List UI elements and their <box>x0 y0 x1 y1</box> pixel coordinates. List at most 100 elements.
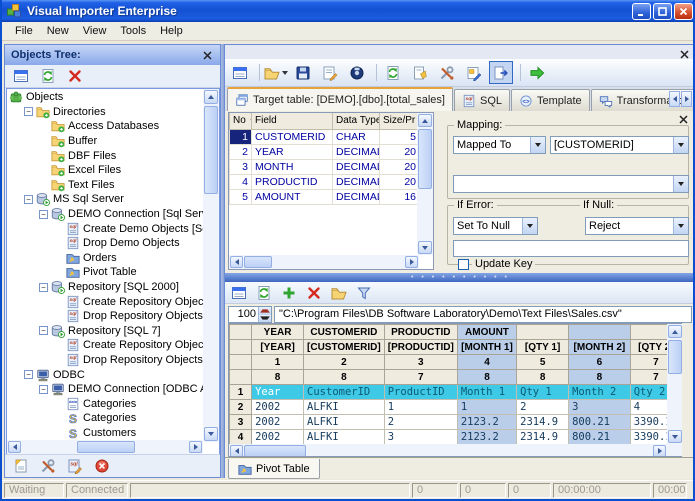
preview-header-cell[interactable]: 8 <box>568 369 631 385</box>
field-grid-cell[interactable]: 16 <box>379 188 420 205</box>
edit-mapping-button[interactable] <box>462 61 486 84</box>
tree-node[interactable]: data Categories <box>7 396 203 411</box>
tree-node[interactable]: − Repository [SQL 2000] <box>7 280 203 295</box>
tree-node[interactable]: sql Create Demo Objects [Sql S <box>7 221 203 236</box>
preview-header-cell[interactable]: 3 <box>383 354 458 370</box>
preview-header-cell[interactable]: [YEAR] <box>251 339 305 355</box>
field-grid-column-header[interactable]: Field <box>251 113 333 130</box>
preview-header-cell[interactable]: 1 <box>251 354 305 370</box>
field-grid-cell[interactable]: CHAR <box>332 128 380 145</box>
dropdown-arrow-icon[interactable] <box>673 137 688 153</box>
update-key-checkbox[interactable] <box>458 259 469 270</box>
preview-cell[interactable]: Month 2 <box>568 384 631 400</box>
preview-cell[interactable]: 800.21 <box>568 429 631 445</box>
close-mapping-icon[interactable] <box>676 112 690 126</box>
field-grid-cell[interactable]: PRODUCTID <box>251 173 333 190</box>
preview-cell[interactable]: 800.21 <box>568 414 631 430</box>
preview-header-cell[interactable]: 2 <box>303 354 385 370</box>
preview-cell[interactable]: CustomerID <box>303 384 385 400</box>
tree-node[interactable]: Text Files <box>7 178 203 193</box>
preview-header-cell[interactable] <box>229 339 253 355</box>
preview-cell[interactable]: 1 <box>456 399 518 415</box>
tab-scroll-right[interactable] <box>681 91 692 107</box>
preview-cell[interactable]: Qty 1 <box>516 384 570 400</box>
field-grid-cell[interactable]: 5 <box>229 188 252 205</box>
field-grid-cell[interactable]: 20 <box>379 173 420 190</box>
tree-node[interactable]: − Repository [SQL 7] <box>7 324 203 339</box>
preview-header-cell[interactable]: 6 <box>568 354 631 370</box>
preview-header-cell[interactable] <box>516 324 570 340</box>
field-grid-cell[interactable]: 4 <box>229 173 252 190</box>
tree-expander[interactable]: − <box>24 370 33 380</box>
tree-expander[interactable]: − <box>39 282 48 292</box>
preview-header-cell[interactable]: [PRODUCTID] <box>383 339 458 355</box>
close-panel-icon[interactable] <box>200 48 214 62</box>
field-grid-cell[interactable]: 20 <box>379 143 420 160</box>
tree-vertical-scrollbar[interactable] <box>203 89 219 442</box>
field-grid-column-header[interactable]: No <box>229 113 252 130</box>
tree-expander[interactable]: − <box>39 384 48 394</box>
field-grid-column-header[interactable]: Size/Pr <box>379 113 420 130</box>
stop-button[interactable] <box>90 456 114 477</box>
open-button[interactable] <box>264 61 288 84</box>
tab-scroll-left[interactable] <box>669 91 680 107</box>
preview-header-cell[interactable]: AMOUNT <box>456 324 518 340</box>
preview-horizontal-scrollbar[interactable] <box>229 444 667 456</box>
preview-cell[interactable]: 2 <box>383 414 458 430</box>
preview-cell[interactable]: ALFKI <box>303 399 385 415</box>
tree-node[interactable]: − DEMO Connection [ODBC Acce <box>7 382 203 397</box>
preview-cell[interactable]: ProductID <box>383 384 458 400</box>
tree-node[interactable]: − ODBC <box>7 367 203 382</box>
preview-header-cell[interactable]: PRODUCTID <box>383 324 458 340</box>
refresh-button[interactable] <box>36 66 60 87</box>
tree-node[interactable]: Access Databases <box>7 119 203 134</box>
note-field[interactable] <box>453 240 689 257</box>
preview-header-cell[interactable]: CUSTOMERID <box>303 324 385 340</box>
tab-0[interactable]: Target table: [DEMO].[dbo].[total_sales] <box>227 87 453 111</box>
field-grid-cell[interactable]: 5 <box>379 128 420 145</box>
tree-node[interactable]: sql Drop Demo Objects <box>7 236 203 251</box>
tree-node[interactable]: Orders <box>7 251 203 266</box>
tree-node[interactable]: Excel Files <box>7 163 203 178</box>
tree-node[interactable]: S Categories <box>7 411 203 426</box>
refresh-button[interactable] <box>253 283 275 303</box>
tree-expander[interactable]: − <box>24 107 33 117</box>
field-grid-cell[interactable]: 20 <box>379 158 420 175</box>
preview-cell[interactable]: ALFKI <box>303 429 385 445</box>
field-grid-cell[interactable]: 3 <box>229 158 252 175</box>
expression-select[interactable] <box>453 175 689 193</box>
run-button[interactable] <box>525 61 549 84</box>
field-grid-cell[interactable]: 2 <box>229 143 252 160</box>
menu-item-view[interactable]: View <box>76 23 114 39</box>
preview-cell[interactable]: 2002 <box>251 414 305 430</box>
preview-header-cell[interactable]: 7 <box>383 369 458 385</box>
field-grid-horizontal-scrollbar[interactable] <box>229 255 419 269</box>
tree-node[interactable]: Pivot Table <box>7 265 203 280</box>
sql-editor-button[interactable]: sql <box>63 456 87 477</box>
menu-item-help[interactable]: Help <box>153 23 190 39</box>
minimize-button[interactable] <box>632 2 651 20</box>
spin-down-icon[interactable] <box>259 314 271 322</box>
load-button[interactable] <box>328 283 350 303</box>
field-grid-cell[interactable]: 1 <box>229 128 252 145</box>
properties-button[interactable] <box>9 66 33 87</box>
tools-button[interactable] <box>435 61 459 84</box>
tree-node[interactable]: Buffer <box>7 134 203 149</box>
preview-header-cell[interactable]: 8 <box>303 369 385 385</box>
tree-node[interactable]: − Directories <box>7 105 203 120</box>
preview-header-cell[interactable] <box>229 354 253 370</box>
source-path-field[interactable]: "C:\Program Files\DB Software Laboratory… <box>274 306 692 323</box>
preview-cell[interactable]: 1 <box>383 399 458 415</box>
preview-row-number[interactable]: 2 <box>229 399 253 415</box>
preview-header-cell[interactable]: [MONTH 1] <box>456 339 518 355</box>
tab-2[interactable]: <> Template <box>511 89 590 111</box>
tree-node[interactable]: DBF Files <box>7 148 203 163</box>
field-grid-cell[interactable]: DECIMAL <box>332 188 380 205</box>
if-error-select[interactable]: Set To Null <box>453 217 538 235</box>
field-grid-column-header[interactable]: Data Type <box>332 113 380 130</box>
clear-button[interactable] <box>408 61 432 84</box>
tree-node[interactable]: S Customers <box>7 426 203 441</box>
preview-cell[interactable]: 2002 <box>251 429 305 445</box>
preview-cell[interactable]: 2 <box>516 399 570 415</box>
delete-button[interactable] <box>63 66 87 87</box>
